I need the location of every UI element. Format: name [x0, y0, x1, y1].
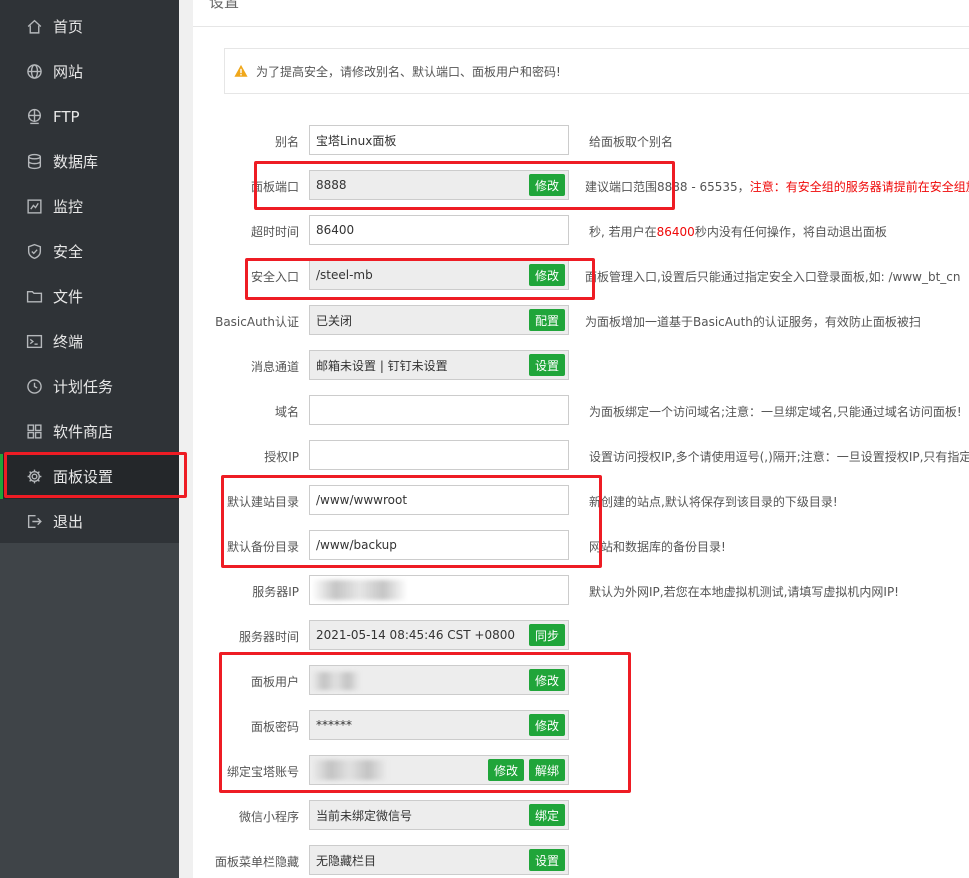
sidebar-item-panel-settings[interactable]: 面板设置 [0, 454, 179, 499]
redacted-blur [312, 580, 407, 600]
sidebar-item-ftp[interactable]: FTP [0, 94, 179, 139]
sidebar-item-home[interactable]: 首页 [0, 4, 179, 49]
database-icon [25, 153, 43, 171]
panel-user-modify-button[interactable]: 修改 [529, 669, 566, 691]
sidebar-item-database[interactable]: 数据库 [0, 139, 179, 184]
wechat-bind-button[interactable]: 绑定 [529, 804, 566, 826]
server-ip-hint: 默认为外网IP,若您在本地虚拟机测试,请填写虚拟机内网IP! [589, 585, 899, 599]
terminal-icon [25, 333, 43, 351]
basicauth-label: BasicAuth认证 [215, 315, 299, 329]
entrance-modify-button[interactable]: 修改 [529, 264, 566, 286]
panel-user-label: 面板用户 [250, 675, 299, 689]
monitor-icon [25, 198, 43, 216]
port-hint-text: 建议端口范围8888 - 65535， [585, 180, 750, 194]
backup-dir-hint: 网站和数据库的备份目录! [589, 540, 726, 554]
ftp-globe-icon [25, 108, 43, 126]
sidebar-item-website[interactable]: 网站 [0, 49, 179, 94]
alias-input[interactable]: 宝塔Linux面板 [309, 125, 569, 155]
sidebar-item-label: 退出 [53, 513, 84, 531]
backup-dir-input[interactable]: /www/backup [309, 530, 569, 560]
sidebar-item-monitor[interactable]: 监控 [0, 184, 179, 229]
server-time-sync-button[interactable]: 同步 [529, 624, 566, 646]
security-alert: 为了提高安全，请修改别名、默认端口、面板用户和密码! [224, 48, 969, 94]
alias-hint: 给面板取个别名 [589, 135, 674, 149]
alert-text: 为了提高安全，请修改别名、默认端口、面板用户和密码! [256, 64, 561, 79]
backup-dir-label: 默认备份目录 [226, 540, 299, 554]
sidebar-item-label: 首页 [53, 18, 84, 36]
sidebar-item-label: 终端 [53, 333, 84, 351]
bt-account-modify-button[interactable]: 修改 [488, 759, 525, 781]
sidebar-item-files[interactable]: 文件 [0, 274, 179, 319]
menu-hide-label: 面板菜单栏隐藏 [214, 855, 299, 869]
folder-icon [25, 288, 43, 306]
sidebar-item-terminal[interactable]: 终端 [0, 319, 179, 364]
message-label: 消息通道 [250, 360, 299, 374]
site-dir-hint: 新创建的站点,默认将保存到该目录的下级目录! [589, 495, 838, 509]
logout-icon [25, 513, 43, 531]
panel-password-modify-button[interactable]: 修改 [529, 714, 566, 736]
bt-account-label: 绑定宝塔账号 [226, 765, 299, 779]
sidebar-item-cron[interactable]: 计划任务 [0, 364, 179, 409]
warning-icon [234, 64, 248, 77]
gear-icon [25, 468, 43, 486]
sidebar-item-label: 监控 [53, 198, 84, 216]
wechat-label: 微信小程序 [238, 810, 299, 824]
sidebar-item-label: 计划任务 [53, 378, 114, 396]
sidebar-item-label: 数据库 [53, 153, 99, 171]
basicauth-hint: 为面板增加一道基于BasicAuth的认证服务，有效防止面板被扫 [585, 315, 921, 329]
server-time-label: 服务器时间 [238, 630, 299, 644]
sidebar-item-store[interactable]: 软件商店 [0, 409, 179, 454]
site-dir-label: 默认建站目录 [226, 495, 299, 509]
globe-icon [25, 63, 43, 81]
timeout-hint-suffix: 秒内没有任何操作，将自动退出面板 [694, 225, 887, 239]
domain-hint: 为面板绑定一个访问域名;注意：一旦绑定域名,只能通过域名访问面板! [589, 405, 962, 419]
menu-hide-setup-button[interactable]: 设置 [529, 849, 566, 871]
title-divider [193, 26, 969, 27]
sidebar-item-label: 网站 [53, 63, 84, 81]
message-setup-button[interactable]: 设置 [529, 354, 566, 376]
alias-label: 别名 [274, 135, 299, 149]
port-hint-warning: 注意：有安全组的服务器请提前在安全组放 [749, 180, 969, 194]
apps-icon [25, 423, 43, 441]
timeout-hint-value: 86400 [656, 225, 695, 239]
server-ip-label: 服务器IP [252, 585, 299, 599]
auth-ip-input[interactable] [309, 440, 569, 470]
sidebar-item-label: 面板设置 [53, 468, 114, 486]
port-label: 面板端口 [250, 180, 299, 194]
page-title: 设置 [209, 0, 240, 11]
timeout-input[interactable]: 86400 [309, 215, 569, 245]
port-hint: 建议端口范围8888 - 65535，注意：有安全组的服务器请提前在安全组放 [585, 178, 969, 195]
domain-input[interactable] [309, 395, 569, 425]
auth-ip-hint: 设置访问授权IP,多个请使用逗号(,)隔开;注意：一旦设置授权IP,只有指定I [589, 450, 969, 464]
schedule-icon [25, 378, 43, 396]
redacted-blur [312, 760, 387, 780]
sidebar-item-label: 文件 [53, 288, 84, 306]
basicauth-config-button[interactable]: 配置 [529, 309, 566, 331]
timeout-hint: 秒, 若用户在86400秒内没有任何操作，将自动退出面板 [589, 223, 887, 240]
timeout-label: 超时时间 [250, 225, 299, 239]
sidebar-item-label: 软件商店 [53, 423, 114, 441]
site-dir-input[interactable]: /www/wwwroot [309, 485, 569, 515]
sidebar-item-security[interactable]: 安全 [0, 229, 179, 274]
panel-password-label: 面板密码 [250, 720, 299, 734]
home-icon [25, 18, 43, 36]
timeout-hint-prefix: 秒, 若用户在 [589, 225, 657, 239]
entrance-hint: 面板管理入口,设置后只能通过指定安全入口登录面板,如: /www_bt_cn [585, 270, 961, 284]
bt-account-unbind-button[interactable]: 解绑 [529, 759, 566, 781]
sidebar-item-label: 安全 [53, 243, 84, 261]
redacted-blur [312, 672, 360, 690]
entrance-label: 安全入口 [250, 270, 299, 284]
auth-ip-label: 授权IP [264, 450, 299, 464]
sidebar-item-label: FTP [53, 107, 80, 126]
domain-label: 域名 [274, 405, 299, 419]
port-modify-button[interactable]: 修改 [529, 174, 566, 196]
shield-icon [25, 243, 43, 261]
sidebar-item-logout[interactable]: 退出 [0, 499, 179, 544]
